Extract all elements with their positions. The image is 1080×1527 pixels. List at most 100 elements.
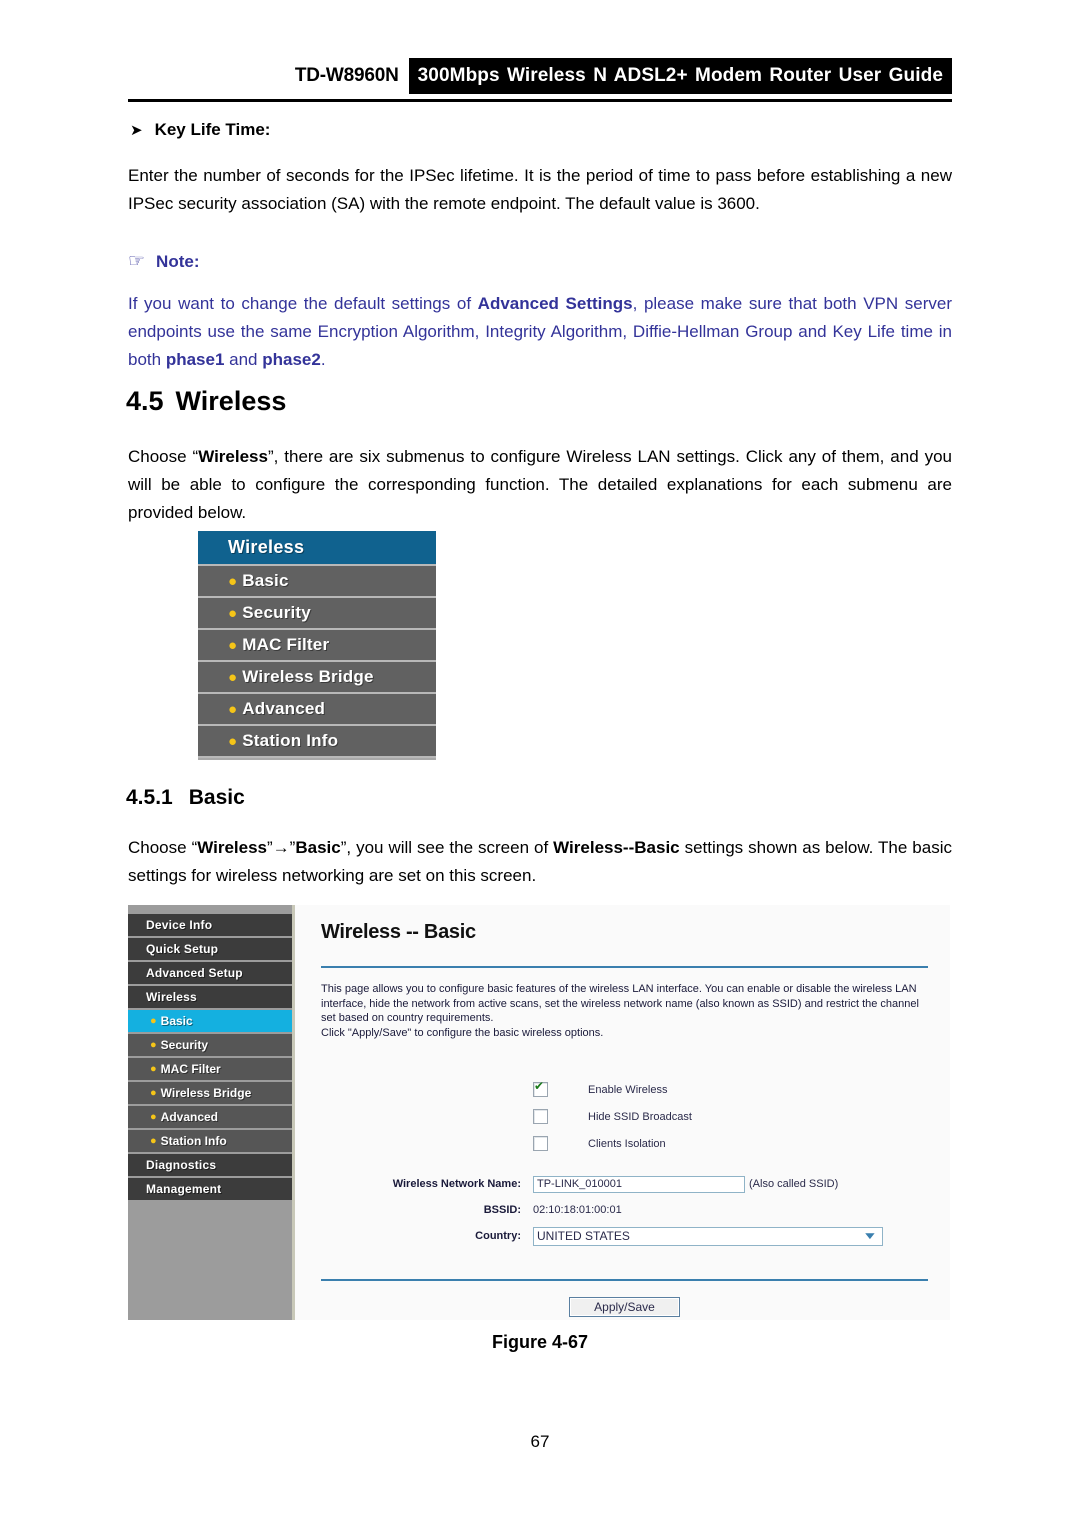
submenu-item-label: Wireless Bridge	[242, 667, 374, 686]
header-model-name: TD-W8960N	[294, 65, 399, 86]
sidebar-item-diagnostics[interactable]: Diagnostics	[128, 1154, 292, 1178]
bssid-value: 02:10:18:01:00:01	[533, 1204, 622, 1216]
sidebar-item-management[interactable]: Management	[128, 1178, 292, 1202]
router-main-panel: Wireless -- Basic This page allows you t…	[295, 905, 950, 1320]
note-bold-phase2: phase2	[262, 350, 321, 369]
bullet-dot-icon: ●	[228, 636, 238, 654]
bullet-dot-icon: ●	[228, 572, 238, 590]
checkbox-label: Hide SSID Broadcast	[588, 1110, 692, 1123]
submenu-item-label: Station Info	[242, 731, 339, 750]
document-header: TD-W8960N 300Mbps Wireless N ADSL2+ Mode…	[128, 58, 952, 98]
note-text-4: .	[320, 350, 326, 369]
submenu-item-label: Basic	[242, 571, 289, 590]
checkbox-hide-ssid-broadcast[interactable]	[533, 1109, 548, 1124]
submenu-item-wireless-bridge[interactable]: ● Wireless Bridge	[198, 662, 436, 694]
checkbox-row-enable-wireless: Enable Wireless	[533, 1076, 928, 1103]
basic-intro-text-1: Choose “	[128, 838, 198, 857]
bullet-dot-icon: ●	[228, 700, 238, 718]
sidebar-subitem-label: MAC Filter	[160, 1062, 221, 1076]
sidebar-subitem-wireless-bridge[interactable]: ● Wireless Bridge	[128, 1082, 292, 1106]
panel-bottom-divider	[321, 1279, 928, 1281]
bullet-dot-icon: ●	[228, 604, 238, 622]
checkbox-row-clients-isolation: Clients Isolation	[533, 1130, 928, 1157]
wireless-intro-text-1: Choose “	[128, 447, 199, 466]
basic-intro-paragraph: Choose “Wireless”→”Basic”, you will see …	[128, 834, 952, 890]
form-row-country: Country: UNITED STATES ▼	[321, 1223, 928, 1249]
router-web-ui-screenshot: Device Info Quick Setup Advanced Setup W…	[128, 905, 950, 1320]
sidebar-item-device-info[interactable]: Device Info	[128, 914, 292, 938]
note-text-3: and	[224, 350, 263, 369]
panel-description: This page allows you to configure basic …	[321, 982, 928, 1040]
bullet-dot-icon: ●	[150, 1038, 157, 1051]
ssid-hint-text: (Also called SSID)	[749, 1178, 839, 1190]
country-label: Country:	[475, 1230, 521, 1242]
section-heading-4-5-1: 4.5.1 Basic	[126, 786, 245, 810]
sidebar-subitem-label: Station Info	[160, 1134, 227, 1148]
sidebar-subitem-advanced[interactable]: ● Advanced	[128, 1106, 292, 1130]
section-number-4-5-1: 4.5.1	[126, 786, 173, 809]
country-select[interactable]: UNITED STATES ▼	[533, 1226, 883, 1246]
sidebar-subitem-station-info[interactable]: ● Station Info	[128, 1130, 292, 1154]
submenu-header-wireless: Wireless	[198, 531, 436, 566]
checkbox-row-hide-ssid-broadcast: Hide SSID Broadcast	[533, 1103, 928, 1130]
note-bold-advanced-settings: Advanced Settings	[477, 294, 633, 313]
panel-description-line-2: Click "Apply/Save" to configure the basi…	[321, 1026, 604, 1039]
basic-intro-bold-wireless: Wireless	[197, 838, 268, 857]
panel-action-bar: Apply/Save	[321, 1297, 928, 1317]
form-row-ssid: Wireless Network Name: TP-LINK_010001 (A…	[321, 1171, 928, 1197]
checkbox-enable-wireless[interactable]	[533, 1080, 548, 1097]
basic-intro-text-2: ”→”	[267, 838, 296, 857]
panel-checkbox-group: Enable Wireless Hide SSID Broadcast Clie…	[321, 1076, 928, 1157]
basic-intro-bold-wireless-basic: Wireless--Basic	[553, 838, 680, 857]
bullet-dot-icon: ●	[150, 1110, 157, 1123]
section-title-4-5: Wireless	[175, 386, 287, 416]
submenu-item-security[interactable]: ● Security	[198, 598, 436, 630]
section-number-4-5: 4.5	[126, 386, 164, 416]
bullet-dot-icon: ●	[228, 668, 238, 686]
basic-intro-text-3: ”, you will see the screen of	[340, 838, 554, 857]
submenu-item-label: Advanced	[242, 699, 326, 718]
panel-title: Wireless -- Basic	[321, 921, 476, 943]
chevron-down-icon: ▼	[862, 1230, 878, 1242]
pointing-hand-icon: ☞	[128, 251, 146, 272]
note-paragraph: If you want to change the default settin…	[128, 290, 952, 374]
submenu-item-basic[interactable]: ● Basic	[198, 566, 436, 598]
submenu-item-mac-filter[interactable]: ● MAC Filter	[198, 630, 436, 662]
note-text-1: If you want to change the default settin…	[128, 294, 478, 313]
router-sidebar-nav: Device Info Quick Setup Advanced Setup W…	[128, 905, 295, 1320]
apply-save-button[interactable]: Apply/Save	[569, 1297, 680, 1317]
submenu-item-label: Security	[242, 603, 311, 622]
header-divider-rule	[128, 99, 952, 102]
checkbox-clients-isolation[interactable]	[533, 1136, 548, 1151]
right-triangle-bullet-icon: ➤	[130, 122, 143, 139]
bullet-dot-icon: ●	[150, 1014, 157, 1027]
section-heading-4-5: 4.5 Wireless	[126, 386, 286, 417]
submenu-item-station-info[interactable]: ● Station Info	[198, 726, 436, 758]
sidebar-subitem-label: Security	[160, 1038, 209, 1052]
bullet-dot-icon: ●	[228, 732, 238, 750]
checkbox-label: Clients Isolation	[588, 1137, 666, 1150]
sidebar-item-quick-setup[interactable]: Quick Setup	[128, 938, 292, 962]
ssid-label: Wireless Network Name:	[392, 1178, 521, 1190]
section-title-4-5-1: Basic	[188, 786, 245, 809]
bullet-dot-icon: ●	[150, 1134, 157, 1147]
sidebar-subitem-mac-filter[interactable]: ● MAC Filter	[128, 1058, 292, 1082]
key-life-time-paragraph: Enter the number of seconds for the IPSe…	[128, 166, 952, 213]
bullet-dot-icon: ●	[150, 1062, 157, 1075]
panel-description-line-1: This page allows you to configure basic …	[321, 983, 919, 1024]
bssid-label: BSSID:	[483, 1204, 521, 1216]
key-life-time-heading: ➤ Key Life Time:	[130, 120, 950, 140]
header-title-banner: 300Mbps Wireless N ADSL2+ Modem Router U…	[408, 58, 952, 94]
sidebar-subitem-label: Wireless Bridge	[160, 1086, 252, 1100]
sidebar-item-advanced-setup[interactable]: Advanced Setup	[128, 962, 292, 986]
sidebar-subitem-label: Advanced	[160, 1110, 219, 1124]
panel-top-divider	[321, 966, 928, 968]
checkbox-label: Enable Wireless	[588, 1083, 668, 1096]
form-row-bssid: BSSID: 02:10:18:01:00:01	[321, 1197, 928, 1223]
sidebar-subitem-security[interactable]: ● Security	[128, 1034, 292, 1058]
ssid-input[interactable]: TP-LINK_010001	[533, 1175, 745, 1193]
sidebar-subitem-basic[interactable]: ● Basic	[128, 1010, 292, 1034]
wireless-submenu-figure: Wireless ● Basic ● Security ● MAC Filter…	[198, 531, 436, 760]
sidebar-item-wireless[interactable]: Wireless	[128, 986, 292, 1010]
submenu-item-advanced[interactable]: ● Advanced	[198, 694, 436, 726]
